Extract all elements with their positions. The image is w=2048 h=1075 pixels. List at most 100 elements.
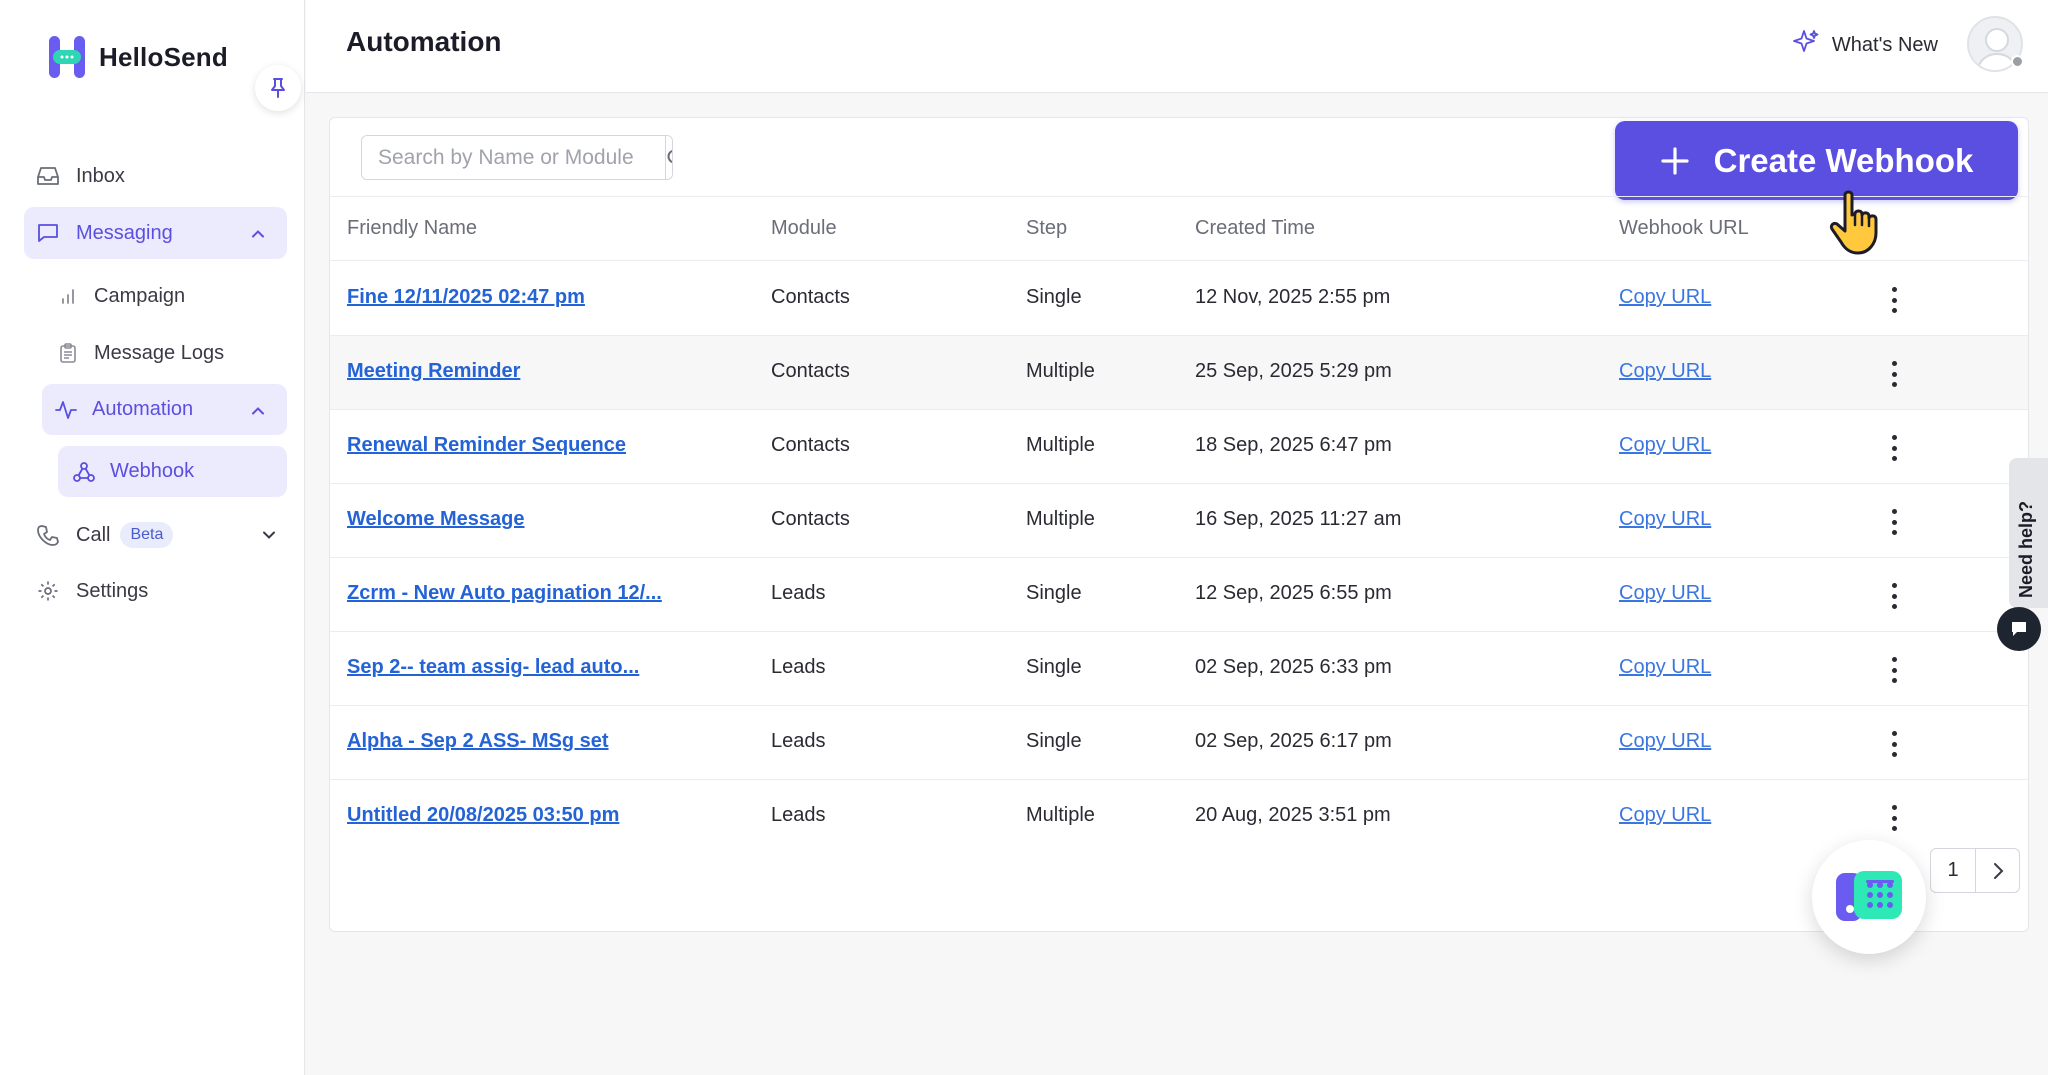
pin-sidebar-button[interactable] — [255, 65, 301, 111]
sidebar: HelloSend Inbox Messaging Campaign Messa… — [0, 0, 305, 1075]
whats-new-button[interactable]: What's New — [1792, 28, 1938, 62]
table-row: Fine 12/11/2025 02:47 pm Contacts Single… — [330, 262, 2028, 336]
more-options-icon[interactable] — [1882, 731, 1906, 757]
sidebar-item-inbox[interactable]: Inbox — [36, 160, 286, 192]
logo[interactable]: HelloSend — [49, 36, 228, 78]
webhook-table-card: Create Webhook Friendly Name Module Step… — [329, 117, 2029, 932]
hand-pointer-icon — [1827, 189, 1891, 262]
chevron-down-icon — [262, 524, 276, 547]
sidebar-item-campaign[interactable]: Campaign — [56, 280, 286, 312]
copy-url-link[interactable]: Copy URL — [1619, 508, 1711, 531]
copy-url-link[interactable]: Copy URL — [1619, 804, 1711, 827]
module-cell: Contacts — [771, 360, 850, 382]
sidebar-item-label: Message Logs — [94, 341, 225, 364]
more-options-icon[interactable] — [1882, 509, 1906, 535]
sparkle-icon — [1792, 28, 1820, 62]
more-options-icon[interactable] — [1882, 435, 1906, 461]
sidebar-item-label: Call — [76, 523, 111, 546]
sidebar-item-messaging[interactable]: Messaging — [24, 207, 287, 259]
table-row: Untitled 20/08/2025 03:50 pm Leads Multi… — [330, 780, 2028, 854]
friendly-name-link[interactable]: Sep 2-- team assig- lead auto... — [347, 656, 639, 679]
more-options-icon[interactable] — [1882, 583, 1906, 609]
column-header: Webhook URL — [1619, 217, 1749, 239]
dialpad-icon — [1836, 871, 1902, 921]
copy-url-link[interactable]: Copy URL — [1619, 656, 1711, 679]
sidebar-item-label: Settings — [76, 579, 149, 602]
step-cell: Single — [1026, 730, 1082, 752]
create-webhook-button[interactable]: Create Webhook — [1615, 121, 2018, 200]
friendly-name-link[interactable]: Fine 12/11/2025 02:47 pm — [347, 286, 585, 309]
column-header: Friendly Name — [347, 217, 478, 239]
created-time-cell: 02 Sep, 2025 6:33 pm — [1195, 656, 1392, 678]
chat-icon — [2012, 622, 2026, 636]
friendly-name-link[interactable]: Renewal Reminder Sequence — [347, 434, 626, 457]
created-time-cell: 12 Sep, 2025 6:55 pm — [1195, 582, 1392, 604]
app-name: HelloSend — [99, 41, 228, 72]
copy-url-link[interactable]: Copy URL — [1619, 286, 1711, 309]
sidebar-item-label: Messaging — [76, 221, 173, 244]
step-cell: Multiple — [1026, 360, 1095, 382]
friendly-name-link[interactable]: Meeting Reminder — [347, 360, 520, 383]
more-options-icon[interactable] — [1882, 287, 1906, 313]
sidebar-item-settings[interactable]: Settings — [36, 575, 286, 607]
friendly-name-link[interactable]: Welcome Message — [347, 508, 525, 531]
copy-url-link[interactable]: Copy URL — [1619, 360, 1711, 383]
page-title: Automation — [346, 26, 502, 57]
table-row: Meeting Reminder Contacts Multiple 25 Se… — [330, 336, 2028, 410]
sidebar-item-label: Inbox — [76, 164, 125, 187]
gear-icon — [36, 579, 60, 603]
sidebar-item-message-logs[interactable]: Message Logs — [56, 337, 286, 369]
module-cell: Contacts — [771, 508, 850, 530]
friendly-name-link[interactable]: Alpha - Sep 2 ASS- MSg set — [347, 730, 609, 753]
chat-button[interactable] — [1997, 607, 2041, 651]
search-icon — [667, 149, 672, 163]
table-row: Alpha - Sep 2 ASS- MSg set Leads Single … — [330, 706, 2028, 780]
sidebar-item-automation[interactable]: Automation — [42, 384, 287, 435]
page-number[interactable]: 1 — [1931, 849, 1975, 892]
phone-icon — [36, 523, 60, 547]
column-header: Module — [771, 217, 837, 239]
module-cell: Contacts — [771, 434, 850, 456]
sidebar-item-call[interactable]: Call Beta — [36, 518, 286, 552]
column-header: Step — [1026, 217, 1068, 239]
activity-icon — [54, 398, 78, 422]
friendly-name-link[interactable]: Zcrm - New Auto pagination 12/... — [347, 582, 662, 605]
table-row: Renewal Reminder Sequence Contacts Multi… — [330, 410, 2028, 484]
module-cell: Leads — [771, 730, 826, 752]
sidebar-item-label: Webhook — [110, 460, 195, 482]
search-button[interactable] — [665, 136, 672, 179]
copy-url-link[interactable]: Copy URL — [1619, 434, 1711, 457]
search-input[interactable] — [362, 136, 665, 179]
sidebar-item-label: Campaign — [94, 284, 186, 307]
copy-url-link[interactable]: Copy URL — [1619, 730, 1711, 753]
hellosend-logo-icon — [49, 36, 85, 78]
created-time-cell: 02 Sep, 2025 6:17 pm — [1195, 730, 1392, 752]
chevron-up-icon — [251, 222, 265, 245]
friendly-name-link[interactable]: Untitled 20/08/2025 03:50 pm — [347, 804, 619, 827]
module-cell: Leads — [771, 582, 826, 604]
step-cell: Multiple — [1026, 434, 1095, 456]
chevron-right-icon — [1993, 862, 2003, 879]
module-cell: Contacts — [771, 286, 850, 308]
sidebar-item-label: Automation — [92, 398, 194, 420]
created-time-cell: 16 Sep, 2025 11:27 am — [1195, 508, 1402, 530]
table-row: Welcome Message Contacts Multiple 16 Sep… — [330, 484, 2028, 558]
more-options-icon[interactable] — [1882, 361, 1906, 387]
next-page-button[interactable] — [1975, 849, 2019, 892]
copy-url-link[interactable]: Copy URL — [1619, 582, 1711, 605]
whats-new-label: What's New — [1831, 33, 1938, 56]
step-cell: Single — [1026, 582, 1082, 604]
step-cell: Multiple — [1026, 804, 1095, 826]
dialer-widget-button[interactable] — [1812, 840, 1926, 954]
need-help-label: Need help? — [2016, 500, 2036, 598]
beta-badge: Beta — [120, 522, 174, 548]
more-options-icon[interactable] — [1882, 657, 1906, 683]
module-cell: Leads — [771, 656, 826, 678]
sidebar-item-webhook[interactable]: Webhook — [58, 446, 287, 497]
more-options-icon[interactable] — [1882, 805, 1906, 831]
create-webhook-label: Create Webhook — [1713, 141, 1974, 179]
table-row: Sep 2-- team assig- lead auto... Leads S… — [330, 632, 2028, 706]
step-cell: Single — [1026, 656, 1082, 678]
message-square-icon — [36, 221, 60, 245]
clipboard-icon — [56, 341, 80, 365]
